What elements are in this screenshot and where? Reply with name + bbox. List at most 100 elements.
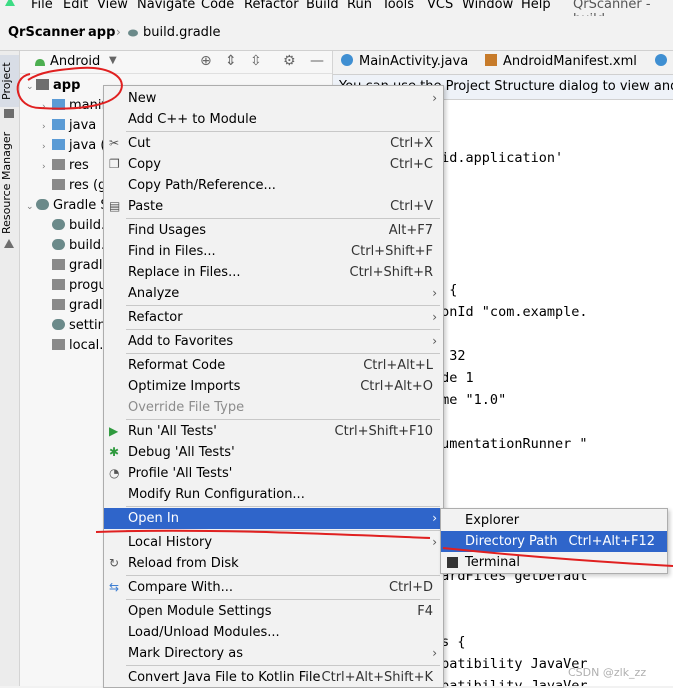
menu-separator [126,131,440,132]
menu-separator [126,599,440,600]
menu-separator [126,305,440,306]
context-menu-item[interactable]: ✱ Debug 'All Tests' [104,442,443,463]
menu-vcs[interactable]: VCS [427,0,453,13]
manifest-file-icon [485,54,497,66]
context-menu-item[interactable]: Open In › [104,508,443,529]
context-menu-item[interactable]: Convert Java File to Kotlin File Ctrl+Alt… [104,667,443,687]
menu-item-shortcut: Ctrl+X [390,136,433,151]
context-menu-item[interactable]: Mark Directory as › [104,643,443,664]
project-tool-tab[interactable]: Project [0,55,19,107]
menu-file[interactable]: File [31,0,53,13]
submenu-item[interactable]: Terminal [441,552,667,573]
resource-manager-tool-tab[interactable]: Resource Manager [0,131,19,235]
breadcrumb-project[interactable]: QrScanner [8,25,85,40]
context-menu-item[interactable]: Load/Unload Modules... [104,622,443,643]
hide-panel-icon[interactable]: — [310,53,324,69]
menu-tools[interactable]: Tools [382,0,414,13]
context-menu-item[interactable]: Reformat Code Ctrl+Alt+L [104,355,443,376]
menu-refactor[interactable]: Refactor [244,0,299,13]
cut-icon: ✂ [109,136,120,150]
menu-build[interactable]: Build [306,0,339,13]
context-menu-item[interactable]: ❐ Copy Ctrl+C [104,154,443,175]
context-menu-item[interactable]: Add to Favorites › [104,331,443,352]
context-menu-item[interactable]: ⇆ Compare With... Ctrl+D [104,577,443,598]
menu-window[interactable]: Window [462,0,513,13]
context-menu-item[interactable]: Optimize Imports Ctrl+Alt+O [104,376,443,397]
locate-icon[interactable]: ⊕ [200,53,212,69]
submenu-item[interactable]: Explorer [441,510,667,531]
context-menu-item[interactable]: Replace in Files... Ctrl+Shift+R [104,262,443,283]
project-panel-toolbar: Android ▼ ⊕ ⇕ ⇳ ⚙ — [20,51,332,74]
menu-separator [126,329,440,330]
chevron-right-icon: › [432,286,437,300]
menu-item-label: Find Usages [128,223,207,238]
tab-android-manifest[interactable]: AndroidManifest.xml [485,54,637,69]
menu-run[interactable]: Run [347,0,372,13]
project-view-selector[interactable]: Android [50,54,100,69]
collapse-all-icon[interactable]: ⇳ [250,53,262,69]
chevron-down-icon[interactable]: ⌄ [26,77,36,97]
context-menu-item[interactable]: ↻ Reload from Disk [104,553,443,574]
menu-code[interactable]: Code [201,0,234,13]
context-menu-item[interactable]: Open Module Settings F4 [104,601,443,622]
menu-help[interactable]: Help [521,0,551,13]
android-icon [35,59,45,66]
module-folder-icon [36,79,49,90]
chevron-right-icon: › [432,310,437,324]
gear-icon[interactable]: ⚙ [283,53,296,69]
menu-item-label: Run 'All Tests' [128,424,217,439]
chevron-right-icon[interactable]: › [42,97,52,117]
menu-item-label: New [128,91,157,106]
tab-overflow[interactable] [655,54,667,69]
menu-item-label: Copy [128,157,161,172]
context-menu-item[interactable]: Add C++ to Module [104,109,443,130]
chevron-right-icon[interactable]: › [42,157,52,177]
context-menu-item[interactable]: ◔ Profile 'All Tests' [104,463,443,484]
submenu-item-label: Explorer [465,513,520,528]
context-menu-item[interactable]: Refactor › [104,307,443,328]
menu-separator [126,665,440,666]
context-menu-item[interactable]: Analyze › [104,283,443,304]
chevron-down-icon[interactable]: ⌄ [26,197,36,217]
submenu-item[interactable]: Directory Path Ctrl+Alt+F12 [441,531,667,552]
menu-separator [126,218,440,219]
menu-view[interactable]: View [97,0,128,13]
breadcrumb-file[interactable]: build.gradle [143,25,221,40]
watermark: CSDN @zlk_zz [568,666,647,679]
context-menu-item[interactable]: Copy Path/Reference... [104,175,443,196]
menu-edit[interactable]: Edit [63,0,88,13]
chevron-right-icon[interactable]: › [42,117,52,137]
context-menu-item[interactable]: New › [104,88,443,109]
profile-icon: ◔ [109,466,120,480]
chevron-right-icon[interactable]: › [42,137,52,157]
res-folder-icon [52,159,65,170]
gradle-icon [36,199,49,210]
gradle-file-icon [128,29,138,37]
context-menu-item[interactable]: Local History › [104,532,443,553]
context-menu-item[interactable]: ▤ Paste Ctrl+V [104,196,443,217]
menu-navigate[interactable]: Navigate [137,0,195,13]
breadcrumb-module[interactable]: app [88,25,115,40]
menu-item-label: Load/Unload Modules... [128,625,280,640]
folder-icon [4,109,14,118]
context-menu-item[interactable]: ✂ Cut Ctrl+X [104,133,443,154]
menu-separator [126,530,440,531]
expand-all-icon[interactable]: ⇕ [225,53,237,69]
context-menu-item[interactable]: Modify Run Configuration... [104,484,443,505]
context-menu-item[interactable]: Find in Files... Ctrl+Shift+F [104,241,443,262]
breadcrumb-separator: › [77,25,82,39]
java-class-icon [341,54,353,66]
tree-item-label: app [53,78,81,93]
tree-item[interactable]: › java [42,116,96,136]
chevron-down-icon[interactable]: ▼ [109,55,117,66]
breadcrumb-separator: › [116,25,121,39]
menu-separator [126,506,440,507]
context-menu-item[interactable]: ▶ Run 'All Tests' Ctrl+Shift+F10 [104,421,443,442]
tab-main-activity[interactable]: MainActivity.java [341,54,468,69]
tree-item[interactable]: › res [42,156,89,176]
run-icon: ▶ [109,424,119,438]
menu-item-shortcut: Ctrl+Alt+L [363,358,433,373]
context-menu-item[interactable]: Find Usages Alt+F7 [104,220,443,241]
tree-item[interactable]: ⌄ app [26,76,80,96]
chevron-right-icon: › [432,91,437,105]
